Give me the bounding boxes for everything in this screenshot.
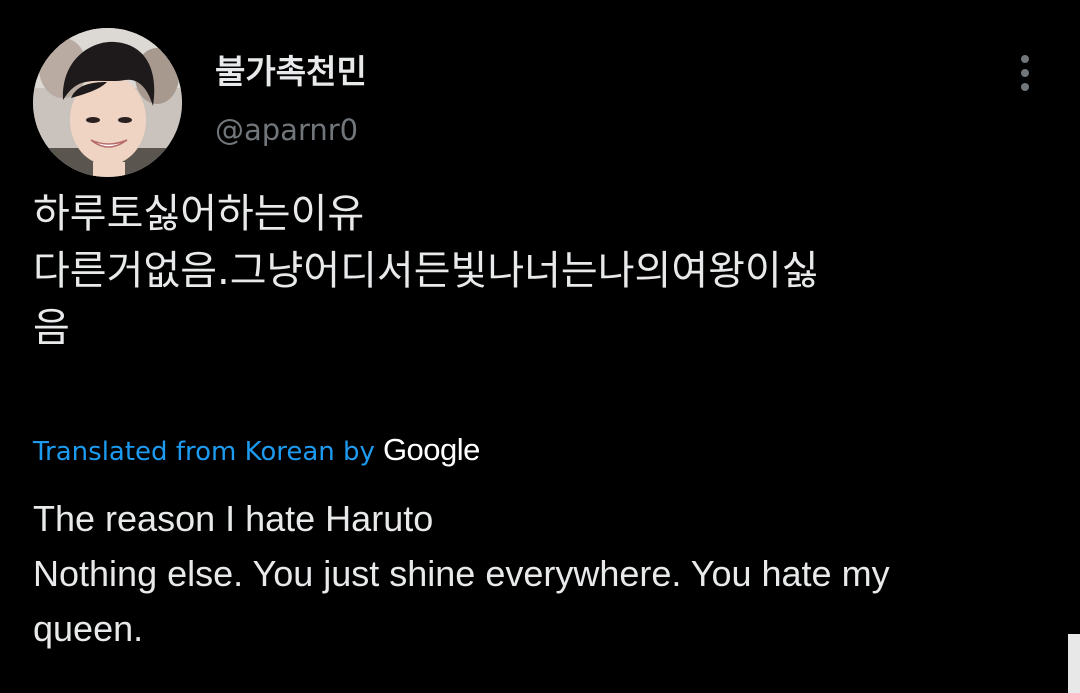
translated-from-link[interactable]: Translated from Korean by	[33, 437, 375, 467]
more-vertical-icon	[1021, 55, 1029, 91]
google-logo: Google	[382, 432, 480, 467]
translated-line: Nothing else. You just shine everywhere.…	[33, 553, 890, 594]
translated-line: queen.	[33, 608, 144, 649]
more-options-button[interactable]	[1008, 52, 1042, 96]
author-handle[interactable]: @aparnr0	[215, 116, 358, 145]
tweet-original-text: 하루토싫어하는이유 다른거없음.그냥어디서든빛나너는나의여왕이싫 음	[33, 186, 1048, 357]
translation-attribution: Translated from Korean by Google	[33, 432, 480, 470]
avatar-photo	[33, 28, 182, 177]
translated-line: The reason I hate Haruto	[33, 498, 434, 539]
original-line: 다른거없음.그냥어디서든빛나너는나의여왕이싫	[33, 248, 819, 294]
scrollbar-edge	[1068, 634, 1080, 693]
original-line: 음	[33, 305, 70, 351]
tweet-translated-text: The reason I hate Haruto Nothing else. Y…	[33, 491, 1063, 656]
author-avatar[interactable]	[33, 28, 182, 177]
author-display-name[interactable]: 불가촉천민	[215, 55, 367, 88]
original-line: 하루토싫어하는이유	[33, 191, 365, 237]
